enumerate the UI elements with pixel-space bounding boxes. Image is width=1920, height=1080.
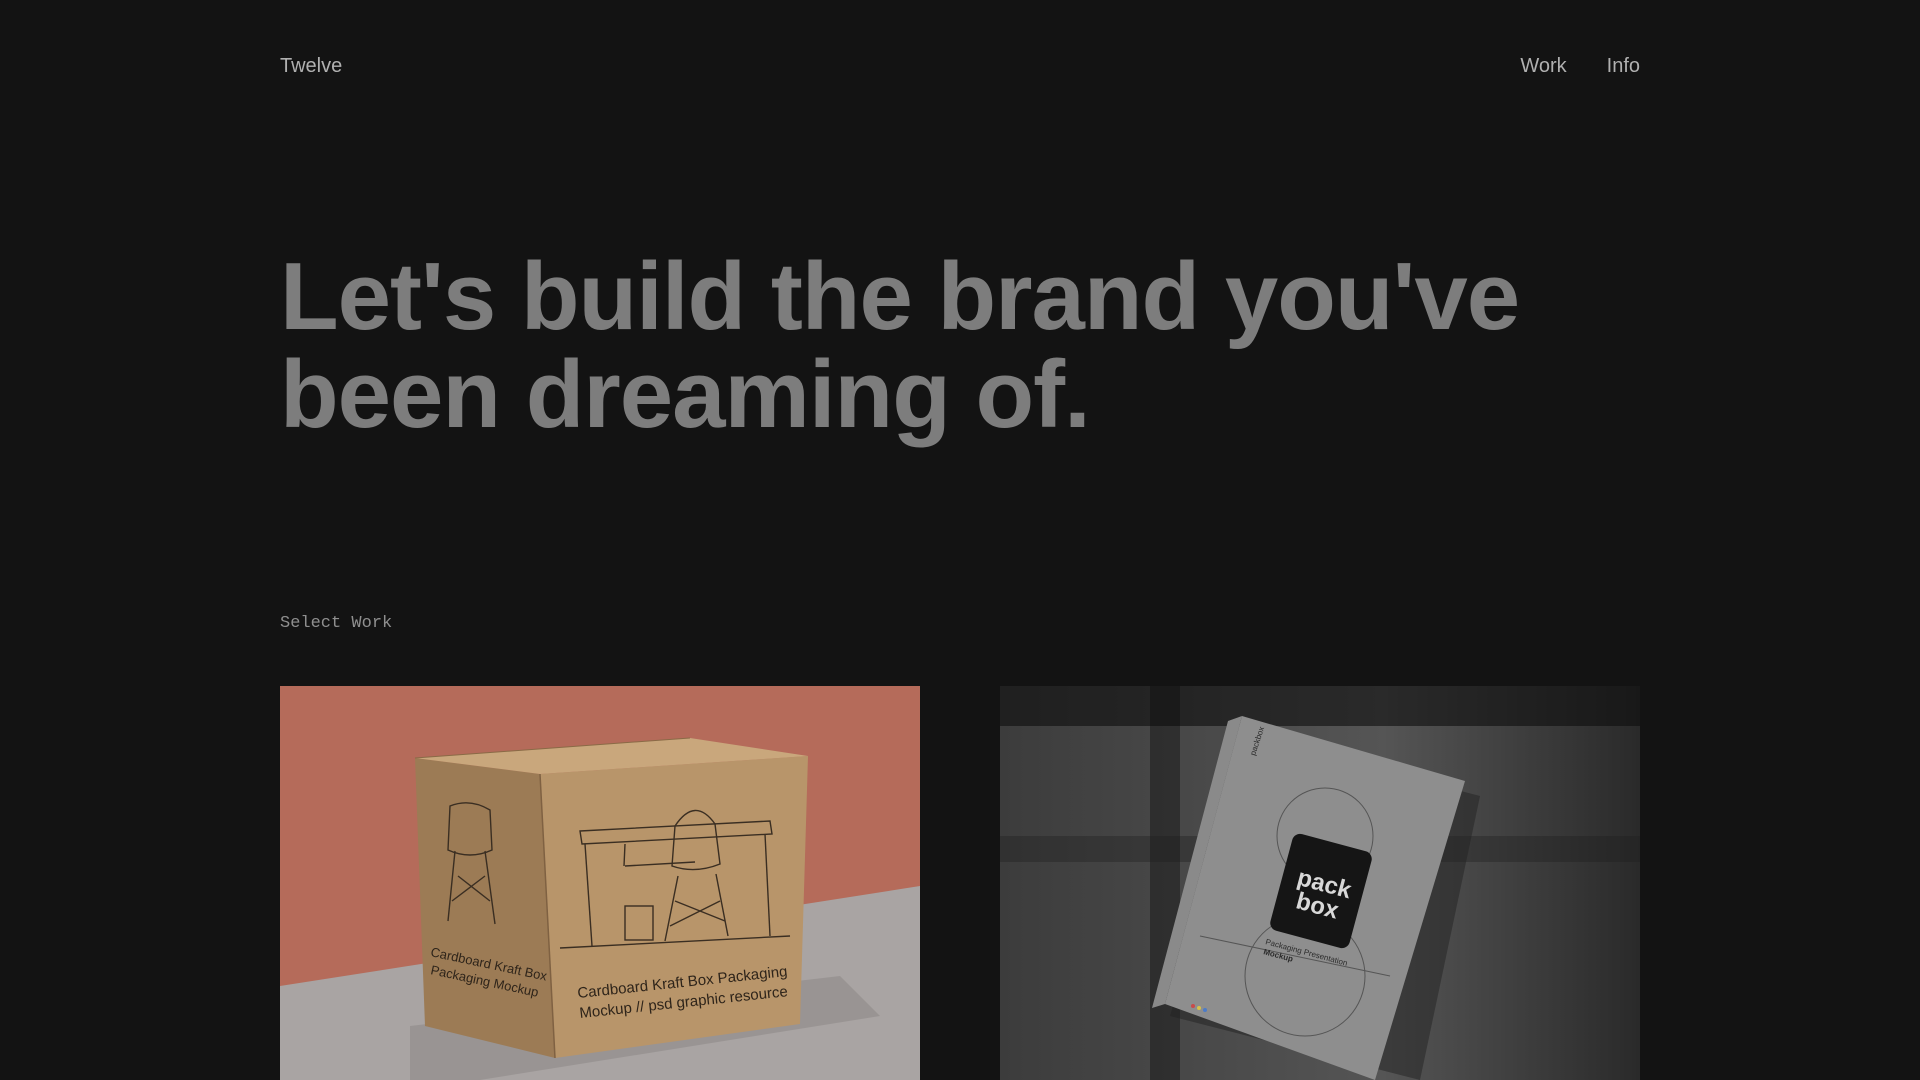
page: Twelve Work Info Let's build the brand y… (0, 0, 1920, 1080)
hero-headline: Let's build the brand you've been dreami… (280, 243, 1520, 448)
pack-box-mockup-image: pack box Packaging Presentation Mockup p… (1000, 686, 1640, 1080)
logo-link[interactable]: Twelve (280, 52, 342, 80)
section-label-select-work: Select Work (280, 614, 393, 633)
project-card-pack-box[interactable]: pack box Packaging Presentation Mockup p… (1000, 686, 1640, 1080)
main-nav: Work Info (1520, 52, 1640, 80)
site-header: Twelve Work Info (280, 52, 1640, 80)
project-card-kraft-box[interactable]: Cardboard Kraft Box Packaging Mockup // … (280, 686, 920, 1080)
nav-info-link[interactable]: Info (1607, 52, 1640, 80)
nav-work-link[interactable]: Work (1520, 52, 1566, 80)
kraft-box-mockup-image: Cardboard Kraft Box Packaging Mockup // … (280, 686, 920, 1080)
